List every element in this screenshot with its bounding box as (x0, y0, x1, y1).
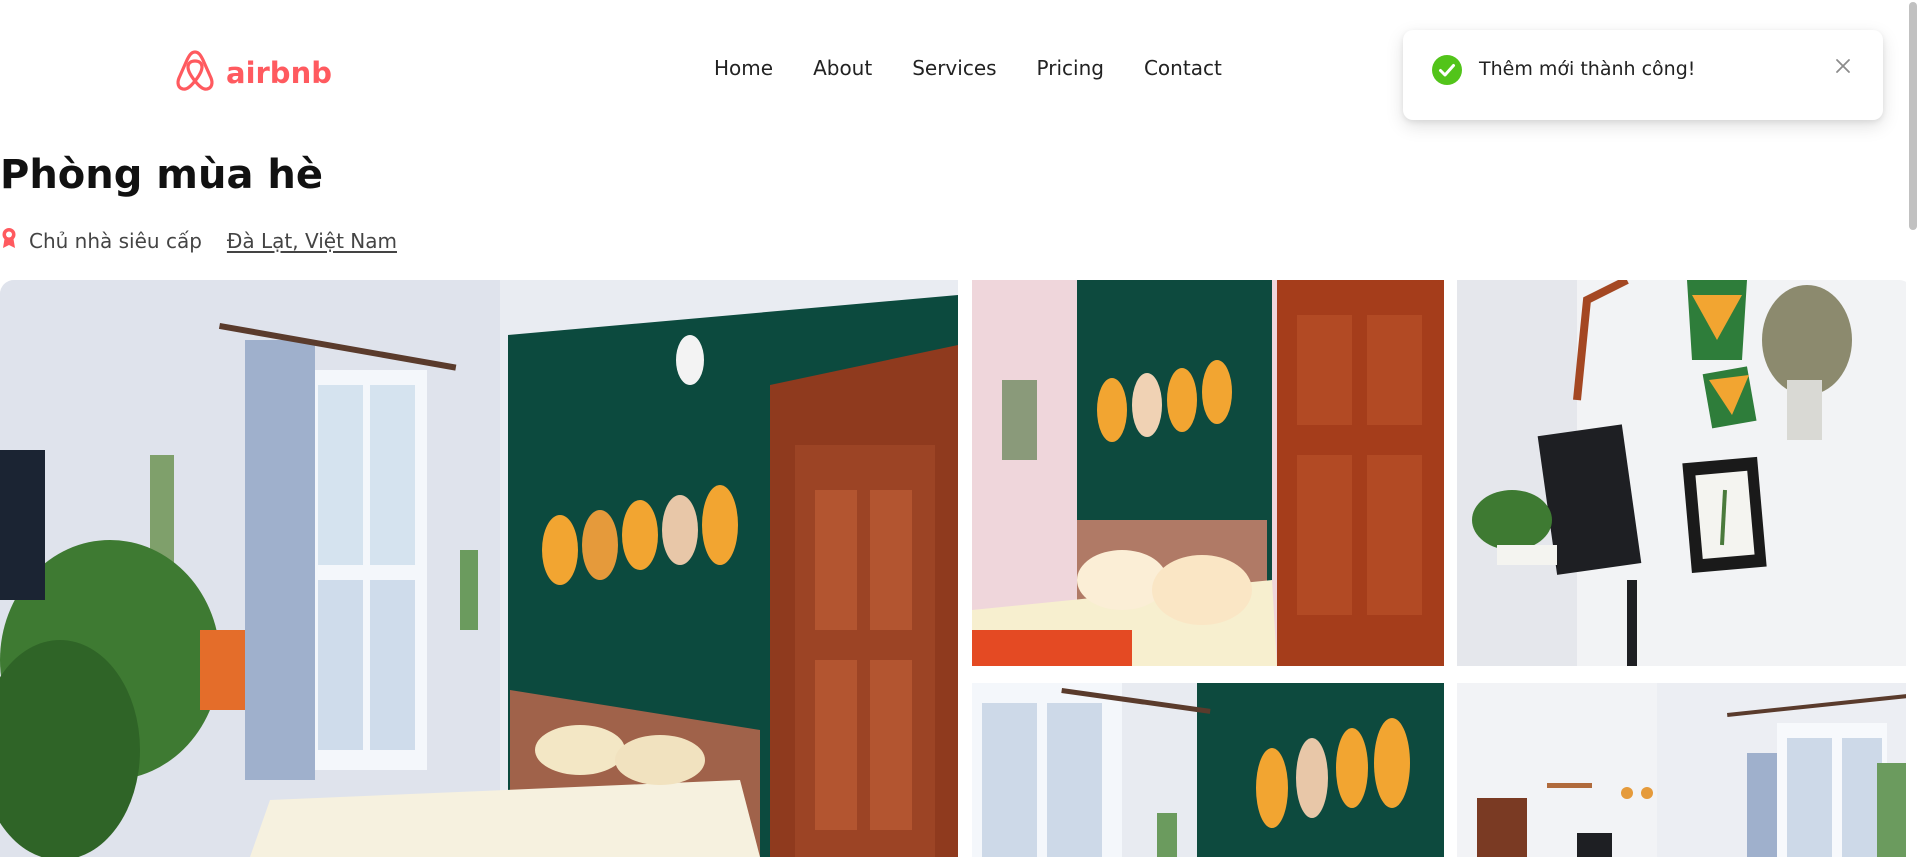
brand-logo[interactable]: airbnb (174, 48, 332, 97)
nav-services[interactable]: Services (912, 56, 996, 80)
nav-contact[interactable]: Contact (1144, 56, 1222, 80)
close-icon[interactable] (1833, 56, 1853, 76)
nav-home[interactable]: Home (714, 56, 773, 80)
check-circle-icon (1432, 55, 1462, 85)
host-label: Chủ nhà siêu cấp (29, 228, 202, 253)
tv-wall-decor-photo[interactable] (1457, 280, 1913, 666)
brand-name: airbnb (226, 55, 332, 90)
location-link[interactable]: Đà Lạt, Việt Nam (227, 229, 397, 253)
toast-message: Thêm mới thành công! (1479, 58, 1696, 80)
nav-pricing[interactable]: Pricing (1037, 56, 1104, 80)
superhost-badge-icon (0, 227, 29, 254)
success-toast: Thêm mới thành công! (1403, 30, 1883, 120)
listing-meta: Chủ nhà siêu cấp Đà Lạt, Việt Nam (0, 227, 397, 254)
green-wall-window-photo[interactable] (972, 683, 1444, 857)
main-bedroom-photo[interactable] (0, 280, 958, 857)
bed-leaf-wall-photo[interactable] (972, 280, 1444, 666)
scrollbar-thumb[interactable] (1909, 2, 1917, 230)
main-nav: Home About Services Pricing Contact (714, 56, 1222, 80)
room-overview-photo[interactable] (1457, 683, 1913, 857)
nav-about[interactable]: About (813, 56, 872, 80)
listing-title: Phòng mùa hè (0, 152, 323, 198)
photo-gallery (0, 280, 1913, 857)
airbnb-logo-icon (174, 48, 216, 97)
page-scrollbar[interactable] (1906, 0, 1920, 857)
